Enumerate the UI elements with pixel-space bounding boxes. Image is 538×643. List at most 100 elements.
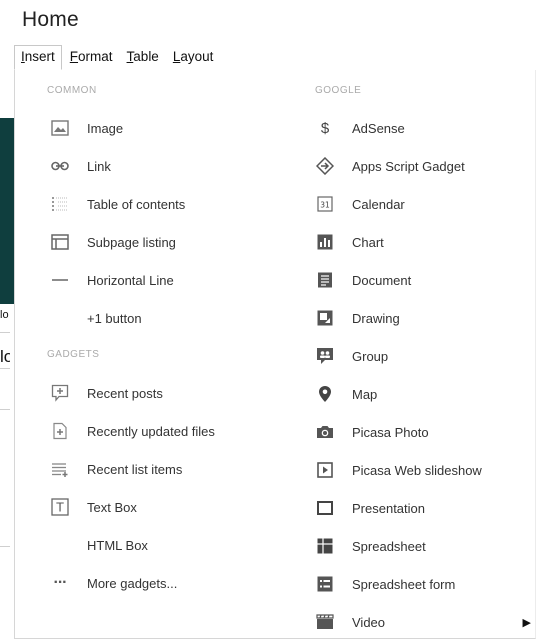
menu-item-group[interactable]: Group — [290, 343, 535, 369]
section-header-common: COMMON — [47, 85, 97, 96]
menu-item-recent-posts[interactable]: Recent posts — [15, 380, 280, 406]
menu-item-label: Video — [352, 614, 386, 630]
menu-item-label: Spreadsheet — [352, 538, 426, 554]
background-divider — [0, 332, 10, 333]
menu-item-chart[interactable]: Chart — [290, 229, 535, 255]
group-icon — [315, 346, 335, 366]
page-title: Home — [22, 8, 79, 31]
menu-item-label: Presentation — [352, 500, 425, 516]
menu-item-link[interactable]: Link — [15, 153, 280, 179]
menu-item-apps-script-gadget[interactable]: Apps Script Gadget — [290, 153, 535, 179]
background-divider — [0, 409, 10, 410]
submenu-arrow-icon: ▶ — [522, 616, 531, 629]
slideshow-icon — [315, 460, 335, 480]
menu-format[interactable]: Format — [64, 46, 119, 68]
menu-item-label: Picasa Photo — [352, 424, 429, 440]
map-pin-icon — [315, 384, 335, 404]
menu-item-picasa-web-slideshow[interactable]: Picasa Web slideshow — [290, 457, 535, 483]
menu-item-document[interactable]: Document — [290, 267, 535, 293]
section-header-gadgets: GADGETS — [47, 349, 100, 360]
menu-layout[interactable]: Layout — [167, 46, 220, 68]
menu-insert-label: nsert — [24, 49, 55, 64]
menu-item-html-box[interactable]: HTML Box — [15, 532, 280, 558]
insert-menu-dropdown: COMMON Image Link Table of contents Subp… — [14, 70, 536, 639]
section-header-google: GOOGLE — [315, 85, 362, 96]
menu-item-plus-one-button[interactable]: +1 button — [15, 305, 280, 331]
menu-format-label: ormat — [78, 49, 113, 64]
menu-insert[interactable]: Insert — [14, 45, 62, 70]
menu-item-recently-updated-files[interactable]: Recently updated files — [15, 418, 280, 444]
menu-item-label: Text Box — [87, 499, 137, 515]
menu-item-spreadsheet-form[interactable]: Spreadsheet form — [290, 571, 535, 597]
menu-item-label: Drawing — [352, 310, 400, 326]
menu-item-label: Table of contents — [87, 196, 186, 212]
calendar-icon: 31 — [315, 194, 335, 214]
menu-item-more-gadgets[interactable]: ··· More gadgets... — [15, 570, 280, 596]
background-divider — [0, 368, 10, 369]
background-heading-fragment: lo — [0, 347, 10, 366]
menu-item-label: AdSense — [352, 120, 405, 136]
menu-item-label: Subpage listing — [87, 234, 176, 250]
spreadsheet-icon — [315, 536, 335, 556]
menu-item-map[interactable]: Map — [290, 381, 535, 407]
menu-item-label: Document — [352, 272, 412, 288]
menu-item-label: Group — [352, 348, 389, 364]
more-gadgets-icon: ··· — [53, 574, 68, 591]
recently-updated-files-icon — [50, 421, 70, 441]
menu-item-label: +1 button — [87, 310, 142, 326]
menu-item-label: Recent list items — [87, 461, 183, 477]
menu-item-text-box[interactable]: T Text Box — [15, 494, 280, 520]
menu-item-spreadsheet[interactable]: Spreadsheet — [290, 533, 535, 559]
menu-item-label: Horizontal Line — [87, 272, 174, 288]
menu-item-drawing[interactable]: Drawing — [290, 305, 535, 331]
text-box-icon: T — [50, 497, 70, 517]
menu-item-label: Calendar — [352, 196, 405, 212]
menu-item-label: More gadgets... — [87, 575, 178, 591]
background-text-fragment: lo — [0, 309, 9, 321]
menu-item-label: Apps Script Gadget — [352, 158, 465, 174]
menu-item-subpage-listing[interactable]: Subpage listing — [15, 229, 280, 255]
menu-item-label: Spreadsheet form — [352, 576, 456, 592]
menu-item-recent-list-items[interactable]: Recent list items — [15, 456, 280, 482]
menu-item-label: Recently updated files — [87, 423, 215, 439]
dollar-icon: $ — [320, 119, 330, 137]
menu-item-label: Image — [87, 120, 124, 136]
presentation-icon — [315, 498, 335, 518]
horizontal-line-icon — [50, 270, 70, 290]
recent-list-items-icon — [50, 459, 70, 479]
table-of-contents-icon — [50, 194, 70, 214]
menu-layout-label: ayout — [180, 49, 214, 64]
menu-item-image[interactable]: Image — [15, 115, 280, 141]
spreadsheet-form-icon — [315, 574, 335, 594]
menu-table-label: able — [133, 49, 159, 64]
link-icon — [50, 156, 70, 176]
background-page-banner — [0, 118, 14, 304]
chart-icon — [315, 232, 335, 252]
document-icon — [315, 270, 335, 290]
menu-item-label: Recent posts — [87, 385, 163, 401]
apps-script-icon — [315, 156, 335, 176]
menu-item-label: Map — [352, 386, 378, 402]
menu-item-label: Link — [87, 158, 111, 174]
calendar-glyph: 31 — [320, 201, 330, 210]
menu-item-label: Chart — [352, 234, 384, 250]
menu-item-adsense[interactable]: $ AdSense — [290, 115, 535, 141]
drawing-icon — [315, 308, 335, 328]
editor-menubar: Insert Format Table Layout — [14, 44, 534, 71]
menu-item-presentation[interactable]: Presentation — [290, 495, 535, 521]
video-icon — [315, 612, 335, 632]
recent-posts-icon — [50, 383, 70, 403]
menu-item-horizontal-line[interactable]: Horizontal Line — [15, 267, 280, 293]
menu-item-video[interactable]: Video ▶ — [290, 609, 535, 635]
menu-item-table-of-contents[interactable]: Table of contents — [15, 191, 280, 217]
menu-format-mnemonic: F — [69, 49, 79, 64]
menu-item-label: Picasa Web slideshow — [352, 462, 482, 478]
menu-item-label: HTML Box — [87, 537, 148, 553]
menu-item-picasa-photo[interactable]: Picasa Photo — [290, 419, 535, 445]
menu-item-calendar[interactable]: 31 Calendar — [290, 191, 535, 217]
subpage-listing-icon — [50, 232, 70, 252]
text-box-glyph: T — [55, 501, 64, 515]
camera-icon — [315, 422, 335, 442]
menu-table[interactable]: Table — [121, 46, 165, 68]
image-icon — [50, 118, 70, 138]
